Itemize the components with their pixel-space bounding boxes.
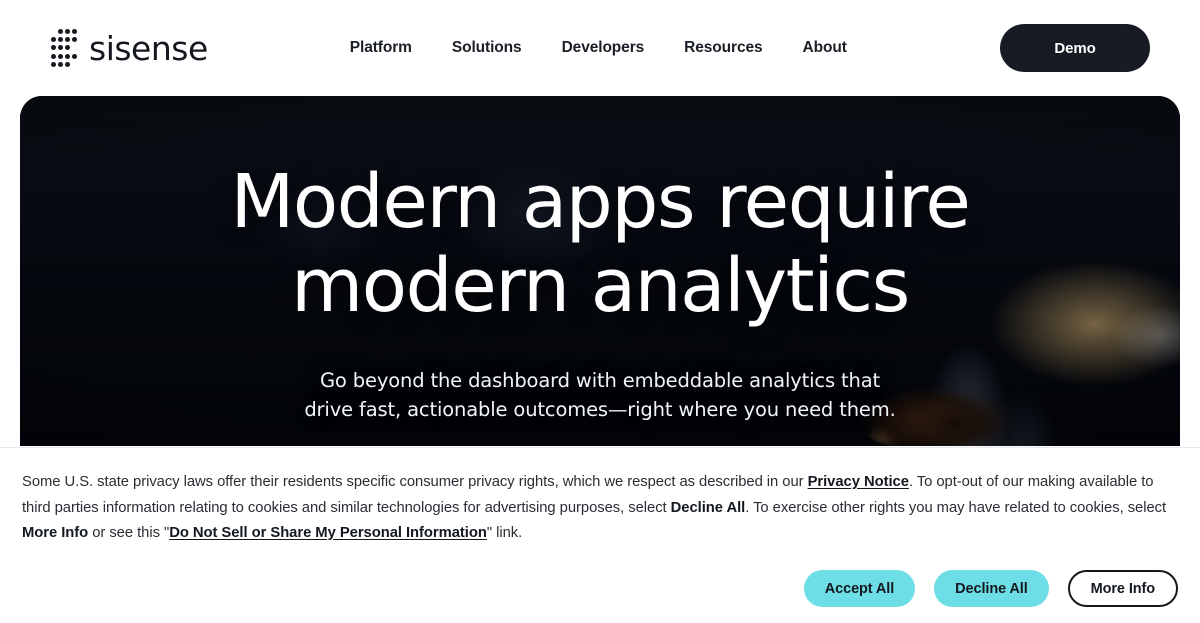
cookie-banner-text: Some U.S. state privacy laws offer their… (22, 470, 1178, 547)
nav-item-developers[interactable]: Developers (562, 39, 645, 57)
hero-section: Modern apps require modern analytics Go … (20, 96, 1180, 446)
nav-item-resources[interactable]: Resources (684, 39, 762, 57)
nav-item-platform[interactable]: Platform (350, 39, 412, 57)
nav-item-solutions[interactable]: Solutions (452, 39, 522, 57)
hero-title: Modern apps require modern analytics (230, 159, 970, 329)
cookie-consent-banner: Some U.S. state privacy laws offer their… (0, 447, 1200, 623)
hero-subtitle-line-2: drive fast, actionable outcomes—right wh… (304, 398, 896, 421)
cookie-text-part-4: or see this " (88, 525, 170, 541)
cookie-banner-actions: Accept All Decline All More Info (803, 570, 1178, 607)
hero-subtitle: Go beyond the dashboard with embeddable … (304, 366, 895, 424)
nav-item-about[interactable]: About (803, 39, 847, 57)
more-info-button[interactable]: More Info (1067, 570, 1178, 607)
cookie-text-part-1: Some U.S. state privacy laws offer their… (22, 474, 808, 490)
hero-subtitle-line-1: Go beyond the dashboard with embeddable … (319, 369, 881, 392)
demo-button[interactable]: Demo (1000, 24, 1150, 72)
site-header: sisense Platform Solutions Developers Re… (0, 0, 1200, 96)
decline-all-button[interactable]: Decline All (934, 570, 1049, 607)
hero-title-line-1: Modern apps require (230, 159, 970, 245)
decline-all-emphasis: Decline All (670, 499, 746, 516)
do-not-sell-link[interactable]: Do Not Sell or Share My Personal Informa… (169, 525, 487, 541)
hero-title-line-2: modern analytics (291, 243, 910, 329)
main-navigation: Platform Solutions Developers Resources … (350, 39, 847, 57)
brand-logo-link[interactable]: sisense (50, 28, 208, 68)
privacy-notice-link[interactable]: Privacy Notice (808, 474, 909, 490)
cookie-text-part-5: " link. (486, 525, 523, 541)
sisense-dot-grid-logo (50, 28, 78, 68)
more-info-emphasis: More Info (22, 525, 89, 541)
accept-all-button[interactable]: Accept All (803, 570, 916, 607)
cookie-text-part-3: . To exercise other rights you may have … (745, 499, 1167, 516)
brand-wordmark: sisense (89, 28, 208, 68)
hero-content: Modern apps require modern analytics Go … (20, 96, 1180, 446)
